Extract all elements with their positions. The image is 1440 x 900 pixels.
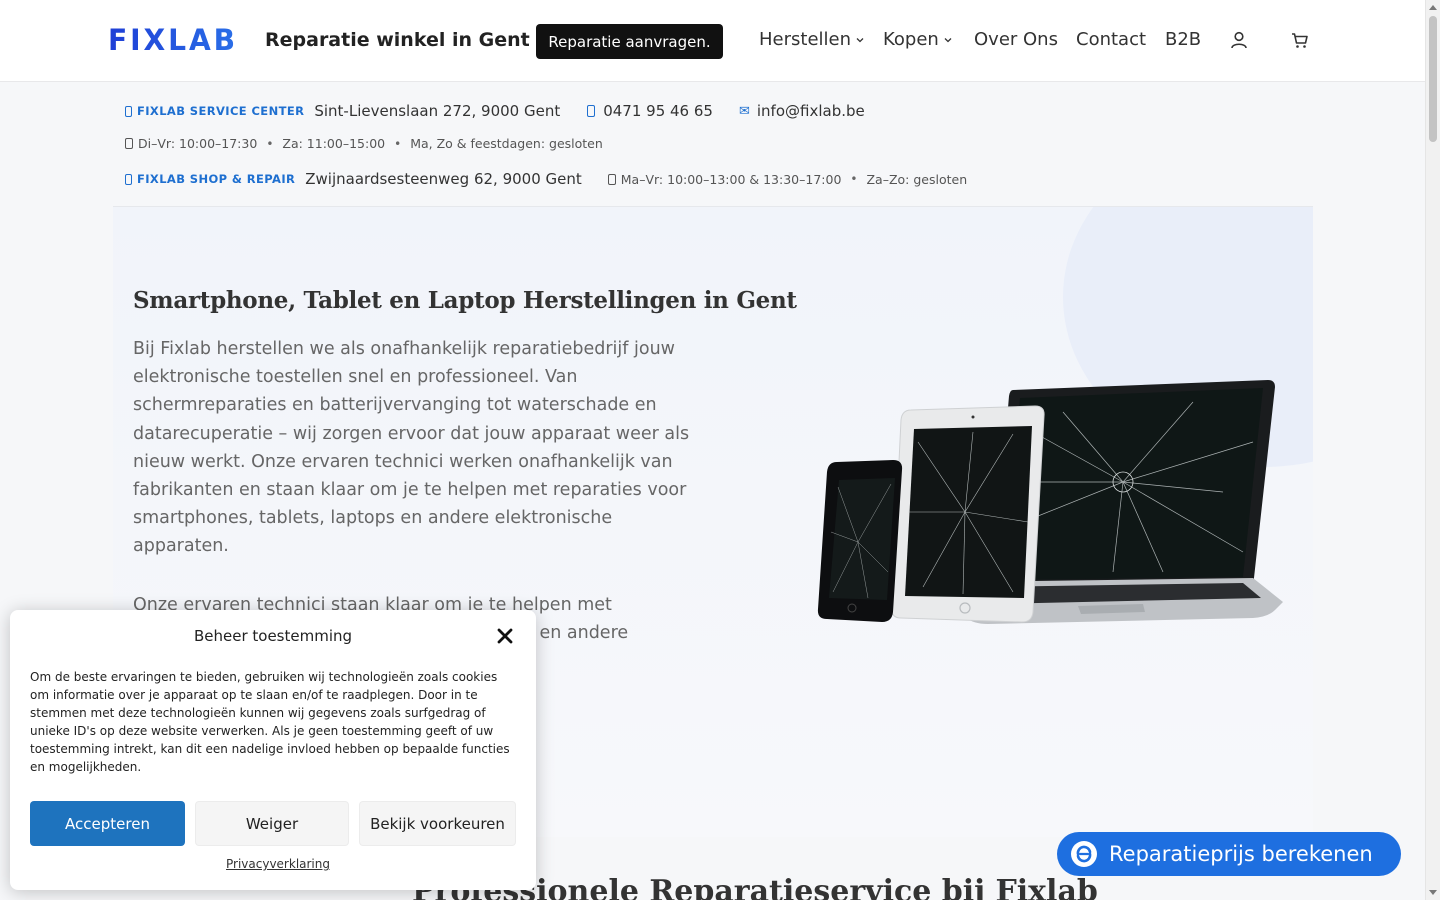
- hours-item: Di–Vr: 10:00–17:30: [138, 136, 258, 151]
- hero-paragraph: Bij Fixlab herstellen we als onafhankeli…: [133, 339, 690, 557]
- scroll-down-arrow[interactable]: [1429, 890, 1437, 895]
- privacy-statement-link[interactable]: Privacyverklaring: [10, 857, 546, 871]
- service-center-name: FIXLAB SERVICE CENTER: [137, 104, 305, 118]
- calculate-repair-price-button[interactable]: Reparatieprijs berekenen: [1057, 832, 1401, 876]
- hours-item: Za–Zo: gesloten: [866, 171, 968, 187]
- nav-label: Over Ons: [974, 29, 1058, 50]
- service-center-label: FIXLAB SERVICE CENTER: [125, 104, 304, 118]
- separator-dot: •: [850, 172, 858, 186]
- hero-title: Smartphone, Tablet en Laptop Herstelling…: [133, 287, 797, 314]
- shop-name: FIXLAB SHOP & REPAIR: [137, 172, 296, 186]
- nav-over-ons[interactable]: Over Ons: [974, 29, 1058, 50]
- store-info-bar: FIXLAB SERVICE CENTER Sint-Lievenslaan 2…: [113, 83, 1313, 207]
- separator-dot: •: [266, 136, 274, 151]
- location-pin-icon: [125, 173, 132, 185]
- page-scrollbar[interactable]: [1425, 0, 1440, 900]
- email-icon: ✉: [738, 103, 750, 119]
- accept-button[interactable]: Accepteren: [30, 801, 185, 846]
- hours-item: Ma, Zo & feestdagen: gesloten: [410, 136, 603, 151]
- nav-herstellen[interactable]: Herstellen: [759, 29, 865, 50]
- cookie-dialog-text: Om de beste ervaringen te bieden, gebrui…: [30, 670, 510, 774]
- nav-b2b[interactable]: B2B: [1165, 29, 1201, 50]
- fixlab-logo[interactable]: FIXLAB: [108, 27, 238, 53]
- location-pin-icon: [125, 105, 132, 117]
- logo-text: FIXLAB: [108, 27, 238, 53]
- service-center-hours: Di–Vr: 10:00–17:30 • Za: 11:00–15:00 • M…: [125, 136, 603, 151]
- nav-label: Contact: [1076, 29, 1147, 50]
- fab-label: Reparatieprijs berekenen: [1109, 842, 1373, 866]
- chevron-down-icon: [856, 37, 864, 42]
- request-repair-button[interactable]: Reparatie aanvragen.: [536, 24, 723, 59]
- site-tagline: Reparatie winkel in Gent: [265, 29, 530, 51]
- service-center-row: FIXLAB SERVICE CENTER Sint-Lievenslaan 2…: [125, 102, 865, 120]
- nav-label: Herstellen: [759, 29, 852, 50]
- deny-button[interactable]: Weiger: [195, 801, 349, 846]
- phone-illustration: [817, 460, 903, 622]
- broken-devices-image: [817, 380, 1283, 624]
- cookie-consent-dialog: Beheer toestemming Om de beste ervaringe…: [10, 610, 536, 890]
- clock-icon: [125, 138, 133, 149]
- scroll-up-arrow[interactable]: [1429, 5, 1437, 10]
- view-preferences-button[interactable]: Bekijk voorkeuren: [359, 801, 516, 846]
- clock-icon: [607, 173, 616, 185]
- hours-item: Ma–Vr: 10:00–13:00 & 13:30–17:00: [620, 171, 842, 187]
- scroll-thumb[interactable]: [1429, 16, 1437, 142]
- nav-label: B2B: [1165, 29, 1202, 50]
- service-center-email[interactable]: info@fixlab.be: [757, 102, 865, 120]
- user-icon[interactable]: [1229, 30, 1249, 50]
- site-header: FIXLAB Reparatie winkel in Gent Reparati…: [0, 0, 1425, 82]
- nav-label: Kopen: [883, 29, 939, 50]
- phone-icon: [587, 105, 596, 117]
- nav-kopen[interactable]: Kopen: [883, 29, 953, 50]
- service-center-address[interactable]: Sint-Lievenslaan 272, 9000 Gent: [314, 102, 560, 120]
- repair-icon: [1071, 841, 1097, 867]
- shop-row: FIXLAB SHOP & REPAIR Zwijnaardsesteenweg…: [125, 170, 967, 188]
- close-icon[interactable]: [496, 627, 514, 645]
- cart-icon[interactable]: [1290, 30, 1310, 50]
- service-center-phone[interactable]: 0471 95 46 65: [603, 102, 713, 120]
- tablet-illustration: [891, 405, 1045, 623]
- shop-label: FIXLAB SHOP & REPAIR: [125, 172, 295, 186]
- shop-address[interactable]: Zwijnaardsesteenweg 62, 9000 Gent: [305, 170, 582, 188]
- separator-dot: •: [394, 136, 402, 151]
- chevron-down-icon: [944, 37, 952, 42]
- hours-item: Za: 11:00–15:00: [282, 136, 386, 151]
- nav-contact[interactable]: Contact: [1076, 29, 1146, 50]
- cookie-dialog-title: Beheer toestemming: [193, 627, 353, 645]
